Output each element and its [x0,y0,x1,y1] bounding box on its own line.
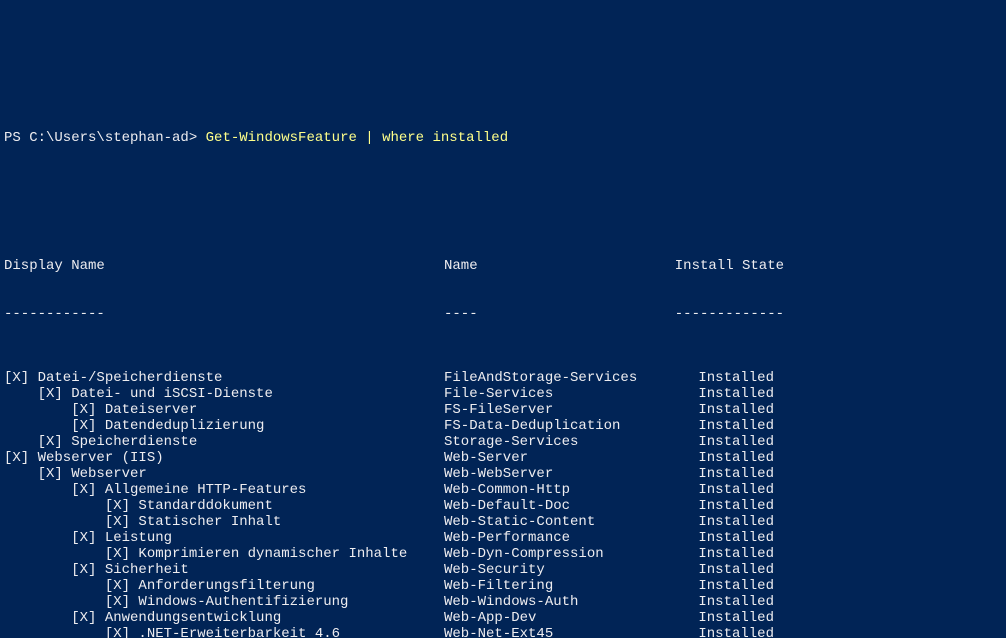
feature-row: [X] Webserver (IIS)Web-ServerInstalled [4,450,1002,466]
feature-row: [X] AnforderungsfilterungWeb-FilteringIn… [4,578,1002,594]
feature-install-state: Installed [664,530,784,546]
feature-display-name: [X] Webserver (IIS) [4,450,444,466]
feature-row: [X] Datei-/SpeicherdiensteFileAndStorage… [4,370,1002,386]
feature-install-state: Installed [664,498,784,514]
feature-display-name: [X] Windows-Authentifizierung [4,594,444,610]
feature-display-name: [X] Allgemeine HTTP-Features [4,482,444,498]
feature-row: [X] SicherheitWeb-SecurityInstalled [4,562,1002,578]
feature-name: Web-Default-Doc [444,498,664,514]
feature-name: Web-Security [444,562,664,578]
feature-display-name: [X] Sicherheit [4,562,444,578]
feature-install-state: Installed [664,482,784,498]
column-separator-row: ----------------------------- [4,306,1002,322]
feature-row: [X] DateiserverFS-FileServerInstalled [4,402,1002,418]
feature-display-name: [X] Webserver [4,466,444,482]
feature-install-state: Installed [664,466,784,482]
feature-display-name: [X] Komprimieren dynamischer Inhalte [4,546,444,562]
feature-name: FileAndStorage-Services [444,370,664,386]
feature-display-name: [X] Statischer Inhalt [4,514,444,530]
col-header-display: Display Name [4,258,444,274]
feature-install-state: Installed [664,562,784,578]
feature-install-state: Installed [664,386,784,402]
feature-name: FS-FileServer [444,402,664,418]
feature-name: Web-WebServer [444,466,664,482]
feature-display-name: [X] Dateiserver [4,402,444,418]
feature-row: [X] SpeicherdiensteStorage-ServicesInsta… [4,434,1002,450]
feature-display-name: [X] Datei-/Speicherdienste [4,370,444,386]
feature-row: [X] Statischer InhaltWeb-Static-ContentI… [4,514,1002,530]
col-header-name: Name [444,258,664,274]
feature-install-state: Installed [664,514,784,530]
feature-row: [X] WebserverWeb-WebServerInstalled [4,466,1002,482]
col-sep-name: ---- [444,306,664,322]
feature-row: [X] AnwendungsentwicklungWeb-App-DevInst… [4,610,1002,626]
feature-name: Web-Net-Ext45 [444,626,664,638]
feature-display-name: [X] Leistung [4,530,444,546]
feature-name: Web-Server [444,450,664,466]
feature-row: [X] .NET-Erweiterbarkeit 4.6Web-Net-Ext4… [4,626,1002,638]
feature-row: [X] Datei- und iSCSI-DiensteFile-Service… [4,386,1002,402]
feature-install-state: Installed [664,594,784,610]
prompt-prefix: PS C:\Users\stephan-ad> [4,130,206,146]
feature-name: Storage-Services [444,434,664,450]
feature-install-state: Installed [664,402,784,418]
feature-row: [X] Windows-AuthentifizierungWeb-Windows… [4,594,1002,610]
feature-list: [X] Datei-/SpeicherdiensteFileAndStorage… [4,370,1002,638]
prompt-line: PS C:\Users\stephan-ad> Get-WindowsFeatu… [4,130,1002,146]
feature-row: [X] DatendeduplizierungFS-Data-Deduplica… [4,418,1002,434]
feature-install-state: Installed [664,626,784,638]
feature-row: [X] Allgemeine HTTP-FeaturesWeb-Common-H… [4,482,1002,498]
feature-display-name: [X] Standarddokument [4,498,444,514]
feature-row: [X] Komprimieren dynamischer InhalteWeb-… [4,546,1002,562]
feature-display-name: [X] .NET-Erweiterbarkeit 4.6 [4,626,444,638]
feature-name: Web-Dyn-Compression [444,546,664,562]
col-sep-display: ------------ [4,306,444,322]
blank-line [4,194,1002,210]
feature-display-name: [X] Anwendungsentwicklung [4,610,444,626]
col-sep-state: ------------- [664,306,784,322]
feature-display-name: [X] Anforderungsfilterung [4,578,444,594]
feature-name: Web-Static-Content [444,514,664,530]
feature-install-state: Installed [664,418,784,434]
feature-display-name: [X] Datei- und iSCSI-Dienste [4,386,444,402]
feature-display-name: [X] Speicherdienste [4,434,444,450]
feature-install-state: Installed [664,450,784,466]
feature-row: [X] StandarddokumentWeb-Default-DocInsta… [4,498,1002,514]
feature-name: FS-Data-Deduplication [444,418,664,434]
powershell-terminal[interactable]: PS C:\Users\stephan-ad> Get-WindowsFeatu… [0,80,1006,638]
feature-row: [X] LeistungWeb-PerformanceInstalled [4,530,1002,546]
feature-name: Web-Common-Http [444,482,664,498]
col-header-state: Install State [664,258,784,274]
column-header-row: Display NameNameInstall State [4,258,1002,274]
feature-name: Web-App-Dev [444,610,664,626]
feature-display-name: [X] Datendeduplizierung [4,418,444,434]
feature-install-state: Installed [664,578,784,594]
prompt-command: Get-WindowsFeature | where installed [206,130,508,146]
feature-name: File-Services [444,386,664,402]
feature-name: Web-Windows-Auth [444,594,664,610]
feature-install-state: Installed [664,434,784,450]
feature-install-state: Installed [664,610,784,626]
feature-name: Web-Performance [444,530,664,546]
feature-install-state: Installed [664,546,784,562]
feature-install-state: Installed [664,370,784,386]
feature-name: Web-Filtering [444,578,664,594]
